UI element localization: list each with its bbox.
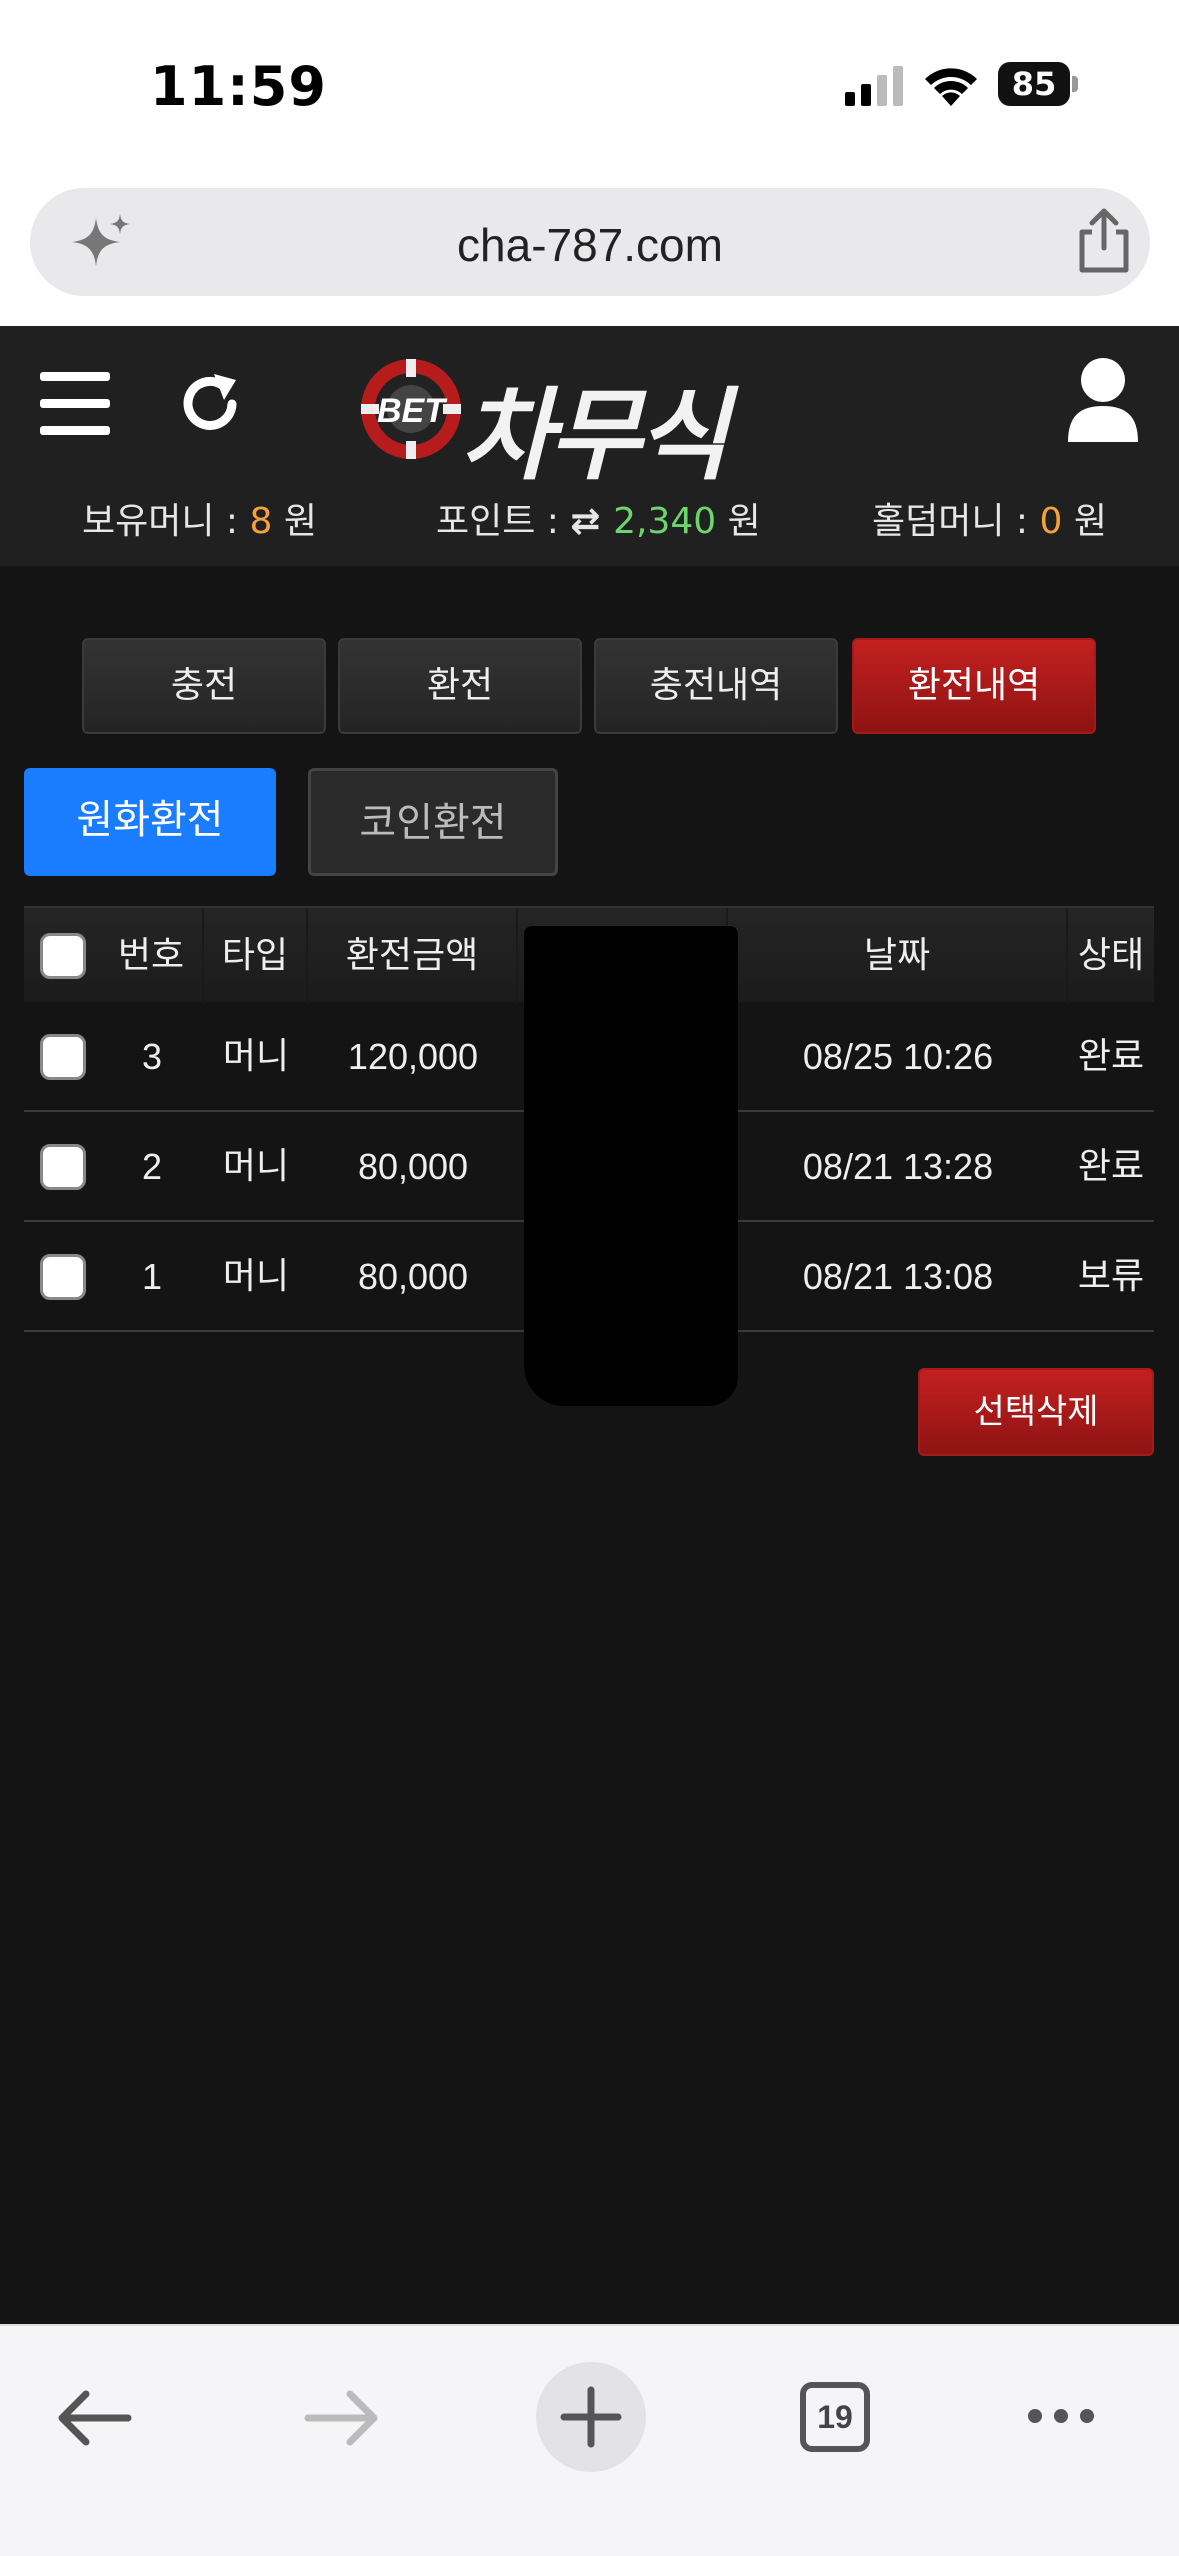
tab-deposit-history[interactable]: 충전내역 <box>594 638 838 734</box>
delete-selected-button[interactable]: 선택삭제 <box>918 1368 1154 1456</box>
site-logo[interactable]: BET 차무식 <box>356 344 816 494</box>
browser-toolbar: 19 <box>0 2324 1179 2556</box>
row-date: 08/21 13:08 <box>802 1256 994 1297</box>
row-date: 08/25 10:26 <box>802 1036 994 1077</box>
wifi-icon <box>925 68 977 106</box>
row-status: 완료 <box>1077 1036 1145 1077</box>
battery-icon: 85 <box>998 62 1078 106</box>
select-all-checkbox[interactable] <box>40 933 86 979</box>
header-amount: 환전금액 <box>308 908 518 1004</box>
row-date: 08/21 13:28 <box>802 1146 994 1187</box>
holding-money: 보유머니 : 8 원 <box>82 501 317 542</box>
row-no: 1 <box>141 1256 163 1297</box>
header-status: 상태 <box>1077 935 1145 976</box>
plus-icon <box>560 2386 622 2448</box>
tab-deposit[interactable]: 충전 <box>82 638 326 734</box>
row-no: 2 <box>141 1146 163 1187</box>
back-arrow-icon[interactable] <box>56 2388 132 2448</box>
cellular-signal-icon <box>845 66 903 106</box>
holdem-money: 홀덤머니 : 0 원 <box>872 501 1107 542</box>
tab-withdraw-history[interactable]: 환전내역 <box>852 638 1096 734</box>
row-checkbox[interactable] <box>40 1034 86 1080</box>
status-time: 11:59 <box>150 55 327 118</box>
row-amount: 120,000 <box>347 1036 479 1077</box>
row-amount: 80,000 <box>357 1256 469 1297</box>
casino-chip-icon: BET <box>361 359 461 459</box>
row-type: 머니 <box>222 1036 290 1077</box>
new-tab-button[interactable] <box>536 2362 646 2472</box>
tab-withdraw[interactable]: 환전 <box>338 638 582 734</box>
subtab-coin[interactable]: 코인환전 <box>308 768 558 876</box>
main-tabs: 충전 환전 충전내역 환전내역 <box>82 638 1098 734</box>
logo-badge: BET <box>377 392 448 430</box>
header-no: 번호 <box>100 908 204 1004</box>
row-status: 완료 <box>1077 1146 1145 1187</box>
row-checkbox[interactable] <box>40 1144 86 1190</box>
user-icon[interactable] <box>1066 356 1140 444</box>
exchange-arrows-icon[interactable]: ⇄ <box>570 501 613 542</box>
row-no: 3 <box>141 1036 163 1077</box>
points[interactable]: 포인트 : ⇄ 2,340 원 <box>436 492 761 544</box>
forward-arrow-icon[interactable] <box>304 2388 380 2448</box>
subtab-krw[interactable]: 원화환전 <box>24 768 276 876</box>
menu-icon[interactable] <box>40 372 110 436</box>
url-text[interactable]: cha-787.com <box>30 218 1150 272</box>
refresh-icon[interactable] <box>176 370 246 440</box>
address-bar[interactable]: cha-787.com <box>30 188 1150 296</box>
row-status: 보류 <box>1077 1256 1145 1297</box>
balance-bar: 보유머니 : 8 원 포인트 : ⇄ 2,340 원 홀덤머니 : 0 원 <box>0 492 1179 552</box>
row-checkbox[interactable] <box>40 1254 86 1300</box>
more-options-icon[interactable] <box>1026 2406 1096 2426</box>
row-type: 머니 <box>222 1256 290 1297</box>
row-amount: 80,000 <box>357 1146 469 1187</box>
share-icon[interactable] <box>1074 208 1134 274</box>
site-content: BET 차무식 보유머니 : 8 원 포인트 : ⇄ 2,340 원 홀덤머니 … <box>0 326 1179 2326</box>
battery-level: 85 <box>998 62 1070 106</box>
site-header: BET 차무식 보유머니 : 8 원 포인트 : ⇄ 2,340 원 홀덤머니 … <box>0 326 1179 566</box>
header-date: 날짜 <box>728 908 1068 1004</box>
status-bar: 11:59 85 <box>0 0 1179 170</box>
header-type: 타입 <box>204 908 308 1004</box>
row-type: 머니 <box>222 1146 290 1187</box>
redaction-mark <box>524 926 738 1406</box>
logo-text: 차무식 <box>461 377 729 494</box>
tab-switcher-button[interactable]: 19 <box>800 2382 870 2452</box>
